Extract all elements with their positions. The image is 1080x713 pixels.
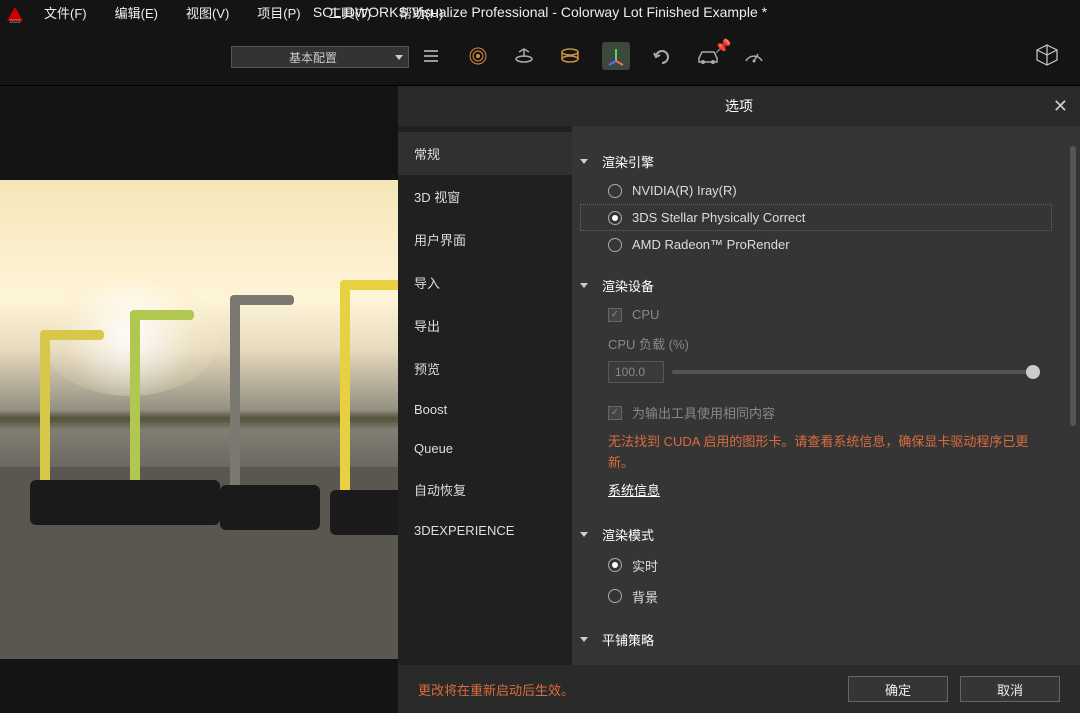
config-dropdown[interactable]: 基本配置 [231, 46, 409, 68]
svg-text:2023: 2023 [9, 19, 20, 24]
config-label: 基本配置 [289, 49, 337, 66]
cpu-load-label: CPU 负载 (%) [580, 328, 1052, 359]
label-text: CPU 负载 (%) [608, 334, 689, 353]
axes-icon[interactable] [602, 42, 630, 70]
list-icon[interactable] [418, 42, 446, 70]
dialog-header: 选项 ✕ [398, 86, 1080, 126]
radio-icon [608, 184, 622, 198]
nav-3dview[interactable]: 3D 视窗 [398, 175, 572, 218]
dialog-title: 选项 [725, 96, 753, 116]
radio-icon [608, 211, 622, 225]
sysinfo-link[interactable]: 系统信息 [580, 480, 660, 499]
engine-option-prorender[interactable]: AMD Radeon™ ProRender [580, 231, 1052, 258]
menu-view[interactable]: 视图(V) [172, 0, 243, 28]
section-render-engine[interactable]: 渲染引擎 [580, 152, 1052, 171]
options-dialog: 选项 ✕ 常规 3D 视窗 用户界面 导入 导出 预览 Boost Queue … [398, 86, 1080, 713]
nav-boost[interactable]: Boost [398, 390, 572, 429]
options-content: 渲染引擎 NVIDIA(R) Iray(R) 3DS Stellar Physi… [572, 126, 1080, 665]
radio-icon [608, 238, 622, 252]
radio-icon [608, 589, 622, 603]
dialog-footer: 更改将在重新启动后生效。 确定 取消 [398, 665, 1080, 713]
slider-thumb[interactable] [1026, 365, 1040, 379]
section-render-device[interactable]: 渲染设备 [580, 276, 1052, 295]
cpu-load-slider[interactable] [672, 370, 1034, 374]
cpu-load-input[interactable] [608, 361, 664, 383]
menu-file[interactable]: 文件(F) [30, 0, 101, 28]
device-cpu-checkbox: ✓ CPU [580, 301, 1052, 328]
cuda-warning: 无法找到 CUDA 启用的图形卡。请查看系统信息，确保显卡驱动程序已更新。 [580, 428, 1052, 478]
nav-import[interactable]: 导入 [398, 261, 572, 304]
option-label: 3DS Stellar Physically Correct [632, 210, 805, 225]
nav-autorecover[interactable]: 自动恢复 [398, 468, 572, 511]
close-icon[interactable]: ✕ [1053, 96, 1068, 117]
option-label: 为输出工具使用相同内容 [632, 403, 775, 422]
option-label: 背景 [632, 587, 658, 606]
mode-option-realtime[interactable]: 实时 [580, 550, 1052, 581]
scrollbar[interactable] [1070, 136, 1076, 655]
cancel-button[interactable]: 取消 [960, 676, 1060, 702]
options-nav: 常规 3D 视窗 用户界面 导入 导出 预览 Boost Queue 自动恢复 … [398, 126, 572, 665]
section-title: 渲染设备 [602, 276, 654, 295]
redo-icon[interactable] [648, 42, 676, 70]
cube-icon[interactable] [1034, 42, 1060, 68]
nav-ui[interactable]: 用户界面 [398, 218, 572, 261]
app-logo: 2023 [0, 0, 30, 28]
cylinder-icon[interactable] [556, 42, 584, 70]
option-label: NVIDIA(R) Iray(R) [632, 183, 737, 198]
viewport-3d[interactable] [0, 180, 398, 659]
nav-3dexperience[interactable]: 3DEXPERIENCE [398, 511, 572, 550]
treeline [0, 410, 398, 430]
section-title: 渲染引擎 [602, 152, 654, 171]
section-title: 平铺策略 [602, 630, 654, 649]
section-tile-strategy[interactable]: 平铺策略 [580, 630, 1052, 649]
menu-project[interactable]: 项目(P) [243, 0, 314, 28]
engine-option-iray[interactable]: NVIDIA(R) Iray(R) [580, 177, 1052, 204]
option-label: CPU [632, 307, 659, 322]
nav-export[interactable]: 导出 [398, 304, 572, 347]
app-title: SOLIDWORKS Visualize Professional - Colo… [313, 4, 767, 20]
menu-edit[interactable]: 编辑(E) [101, 0, 172, 28]
scrollbar-thumb[interactable] [1070, 146, 1076, 426]
pin-icon[interactable]: 📌 [714, 38, 731, 55]
mode-option-background[interactable]: 背景 [580, 581, 1052, 612]
turntable-icon[interactable] [510, 42, 538, 70]
ok-button[interactable]: 确定 [848, 676, 948, 702]
nav-preview[interactable]: 预览 [398, 347, 572, 390]
section-render-mode[interactable]: 渲染模式 [580, 525, 1052, 544]
option-label: 实时 [632, 556, 658, 575]
nav-general[interactable]: 常规 [398, 132, 572, 175]
section-title: 渲染模式 [602, 525, 654, 544]
option-label: AMD Radeon™ ProRender [632, 237, 790, 252]
target-icon[interactable] [464, 42, 492, 70]
radio-icon [608, 558, 622, 572]
check-icon: ✓ [608, 406, 622, 420]
check-icon: ✓ [608, 308, 622, 322]
engine-option-stellar[interactable]: 3DS Stellar Physically Correct [580, 204, 1052, 231]
toolbar: 基本配置 📌 [0, 28, 1080, 86]
nav-queue[interactable]: Queue [398, 429, 572, 468]
restart-warning: 更改将在重新启动后生效。 [418, 680, 836, 699]
same-output-checkbox: ✓ 为输出工具使用相同内容 [580, 397, 1052, 428]
gauge-icon[interactable] [740, 42, 768, 70]
